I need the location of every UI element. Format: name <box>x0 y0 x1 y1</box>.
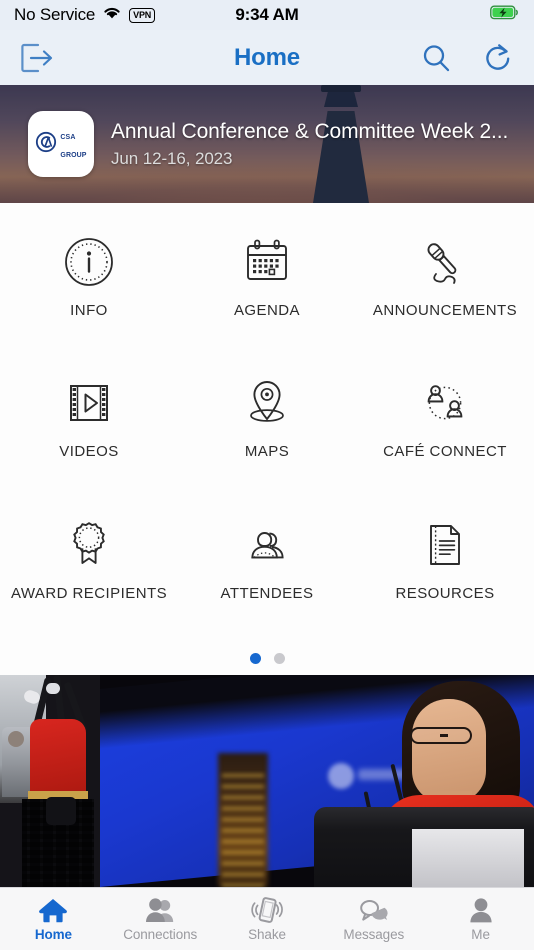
film-play-icon <box>63 372 115 434</box>
grid-item-maps[interactable]: MAPS <box>178 358 356 499</box>
people-connect-icon <box>419 372 471 434</box>
tab-label: Connections <box>123 927 198 942</box>
grid-item-info[interactable]: INFO <box>0 217 178 358</box>
navigation-bar: Home <box>0 30 534 85</box>
grid-item-attendees[interactable]: ATTENDEES <box>178 500 356 641</box>
grid-item-award-recipients[interactable]: AWARD RECIPIENTS <box>0 500 178 641</box>
tab-label: Messages <box>343 927 405 942</box>
page-dot-2[interactable] <box>273 652 285 664</box>
grid-item-label: ANNOUNCEMENTS <box>372 302 518 319</box>
grid-item-label: CAFÉ CONNECT <box>383 443 507 461</box>
event-logo: CSA GROUP <box>28 111 94 177</box>
grid-item-label: VIDEOS <box>59 443 119 461</box>
chat-bubbles-icon <box>358 896 390 924</box>
logo-text-line2: GROUP <box>60 152 87 159</box>
grid-item-label: RESOURCES <box>395 584 495 602</box>
person-icon <box>466 896 496 924</box>
grid-item-label: ATTENDEES <box>220 584 314 602</box>
tab-connections[interactable]: Connections <box>107 888 214 950</box>
shake-phone-icon <box>251 896 283 924</box>
nav-actions <box>420 42 514 74</box>
grid-item-announcements[interactable]: ANNOUNCEMENTS <box>356 217 534 358</box>
event-banner[interactable]: CSA GROUP Annual Conference & Committee … <box>0 85 534 203</box>
microphone-icon <box>419 231 471 293</box>
event-title: Annual Conference & Committee Week 2... <box>111 119 509 143</box>
page-indicator <box>0 641 534 675</box>
search-icon[interactable] <box>420 42 452 74</box>
info-circle-icon <box>63 231 115 293</box>
grid-item-agenda[interactable]: AGENDA <box>178 217 356 358</box>
home-icon <box>38 896 68 924</box>
tab-shake[interactable]: Shake <box>214 888 321 950</box>
bagpiper-photo[interactable] <box>0 675 100 887</box>
tab-label: Shake <box>248 927 286 942</box>
tab-home[interactable]: Home <box>0 888 107 950</box>
keynote-speaker-photo[interactable] <box>100 675 534 887</box>
tab-label: Me <box>471 927 490 942</box>
clock-label: 9:34 AM <box>235 5 299 24</box>
grid-item-label: AWARD RECIPIENTS <box>10 584 168 602</box>
logout-icon[interactable] <box>20 42 54 74</box>
tab-me[interactable]: Me <box>427 888 534 950</box>
grid-item-resources[interactable]: RESOURCES <box>356 500 534 641</box>
photo-banner <box>0 675 534 887</box>
tab-messages[interactable]: Messages <box>320 888 427 950</box>
map-pin-icon <box>241 372 293 434</box>
grid-item-label: AGENDA <box>233 302 301 319</box>
refresh-icon[interactable] <box>482 42 514 74</box>
event-details: Annual Conference & Committee Week 2... … <box>111 120 508 169</box>
logo-text-line1: CSA <box>60 134 76 141</box>
tab-bar: Home Connections Shake Messages Me <box>0 887 534 950</box>
page-dot-1[interactable] <box>249 652 261 664</box>
status-bar: No Service VPN 9:34 AM <box>0 0 534 30</box>
grid-item-label: INFO <box>70 302 108 319</box>
home-grid-section: INFO AGENDA ANNOUNCEMENTS VIDEOS MAPS CA… <box>0 203 534 675</box>
app-screen: No Service VPN 9:34 AM Home CSA GROUP An… <box>0 0 534 950</box>
event-date: Jun 12-16, 2023 <box>111 148 233 168</box>
csa-monogram-icon <box>35 131 57 158</box>
attendees-icon <box>241 514 293 576</box>
connections-icon <box>144 896 176 924</box>
document-lines-icon <box>419 514 471 576</box>
grid-item-label: MAPS <box>244 443 290 461</box>
award-rosette-icon <box>63 514 115 576</box>
tab-label: Home <box>34 927 72 942</box>
calendar-icon <box>241 231 293 293</box>
grid-item-cafe-connect[interactable]: CAFÉ CONNECT <box>356 358 534 499</box>
grid-item-videos[interactable]: VIDEOS <box>0 358 178 499</box>
module-grid: INFO AGENDA ANNOUNCEMENTS VIDEOS MAPS CA… <box>0 203 534 641</box>
